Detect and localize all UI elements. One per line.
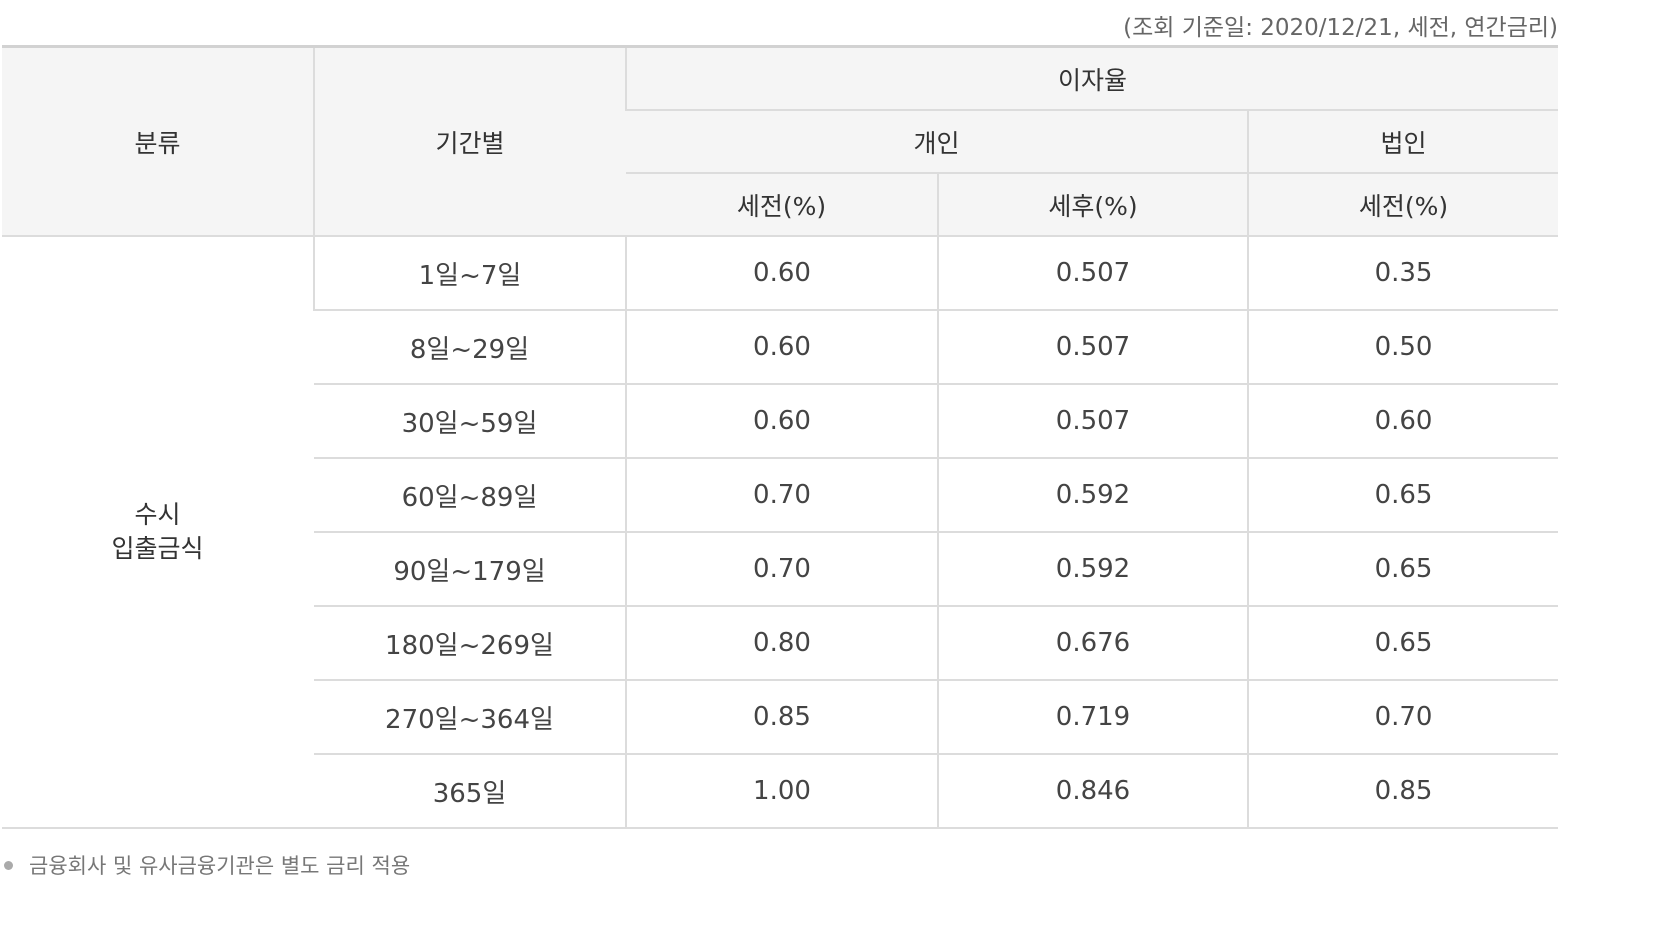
header-corporate: 법인 (1246, 110, 1559, 174)
period-cell: 1일~7일 (313, 236, 626, 311)
individual-aftertax-cell: 0.676 (937, 606, 1248, 681)
category-line: 수시 (134, 500, 181, 529)
individual-aftertax-cell: 0.592 (937, 532, 1248, 607)
individual-aftertax-cell: 0.507 (937, 310, 1248, 385)
header-individual-pretax: 세전(%) (626, 173, 938, 237)
category-line: 입출금식 (111, 534, 204, 563)
corporate-pretax-cell: 0.65 (1246, 458, 1559, 533)
inquiry-date-caption: (조회 기준일: 2020/12/21, 세전, 연간금리) (1123, 15, 1558, 41)
individual-aftertax-cell: 0.719 (937, 680, 1248, 755)
header-individual-aftertax: 세후(%) (937, 173, 1248, 237)
header-corporate-pretax: 세전(%) (1246, 173, 1559, 237)
corporate-pretax-cell: 0.60 (1246, 384, 1559, 459)
period-cell: 90일~179일 (314, 532, 626, 607)
corporate-pretax-cell: 0.35 (1246, 236, 1559, 311)
individual-aftertax-cell: 0.507 (937, 236, 1248, 311)
corporate-pretax-cell: 0.65 (1246, 532, 1559, 607)
corporate-pretax-cell: 0.85 (1246, 754, 1559, 828)
individual-aftertax-cell: 0.592 (937, 458, 1248, 533)
period-cell: 270일~364일 (314, 680, 626, 755)
corporate-pretax-cell: 0.70 (1246, 680, 1559, 755)
corporate-pretax-cell: 0.65 (1246, 606, 1559, 681)
individual-pretax-cell: 0.60 (625, 310, 938, 385)
table-row: 수시 입출금식 1일~7일 0.60 0.507 0.35 (2, 236, 1559, 563)
interest-rate-table: 분류 기간별 이자율 개인 법인 세전(%) 세후(%) 세전(%) 수시 입출… (2, 45, 1559, 829)
individual-pretax-cell: 0.80 (625, 606, 938, 681)
individual-pretax-cell: 0.85 (625, 680, 938, 755)
header-individual: 개인 (626, 110, 1248, 174)
individual-pretax-cell: 1.00 (625, 754, 938, 828)
bullet-icon (4, 861, 13, 870)
individual-pretax-cell: 0.60 (625, 384, 938, 459)
header-interest-rate: 이자율 (624, 46, 1559, 111)
category-cell: 수시 입출금식 (2, 236, 314, 828)
individual-aftertax-cell: 0.846 (937, 754, 1248, 828)
individual-aftertax-cell: 0.507 (937, 384, 1248, 459)
rate-table-page: (조회 기준일: 2020/12/21, 세전, 연간금리) 분류 기간별 이자… (0, 0, 1560, 944)
corporate-pretax-cell: 0.50 (1246, 310, 1559, 385)
period-cell: 180일~269일 (314, 606, 626, 681)
footnote: 금융회사 및 유사금융기관은 별도 금리 적용 (4, 850, 410, 880)
period-cell: 60일~89일 (314, 458, 626, 533)
period-cell: 365일 (432, 778, 507, 809)
individual-pretax-cell: 0.70 (625, 458, 938, 533)
individual-pretax-cell: 0.60 (625, 236, 938, 311)
header-category: 분류 (2, 46, 314, 237)
footnote-text: 금융회사 및 유사금융기관은 별도 금리 적용 (29, 854, 411, 878)
header-period: 기간별 (313, 46, 626, 237)
period-cell: 8일~29일 (314, 310, 626, 385)
period-cell: 30일~59일 (314, 384, 626, 459)
individual-pretax-cell: 0.70 (625, 532, 938, 607)
